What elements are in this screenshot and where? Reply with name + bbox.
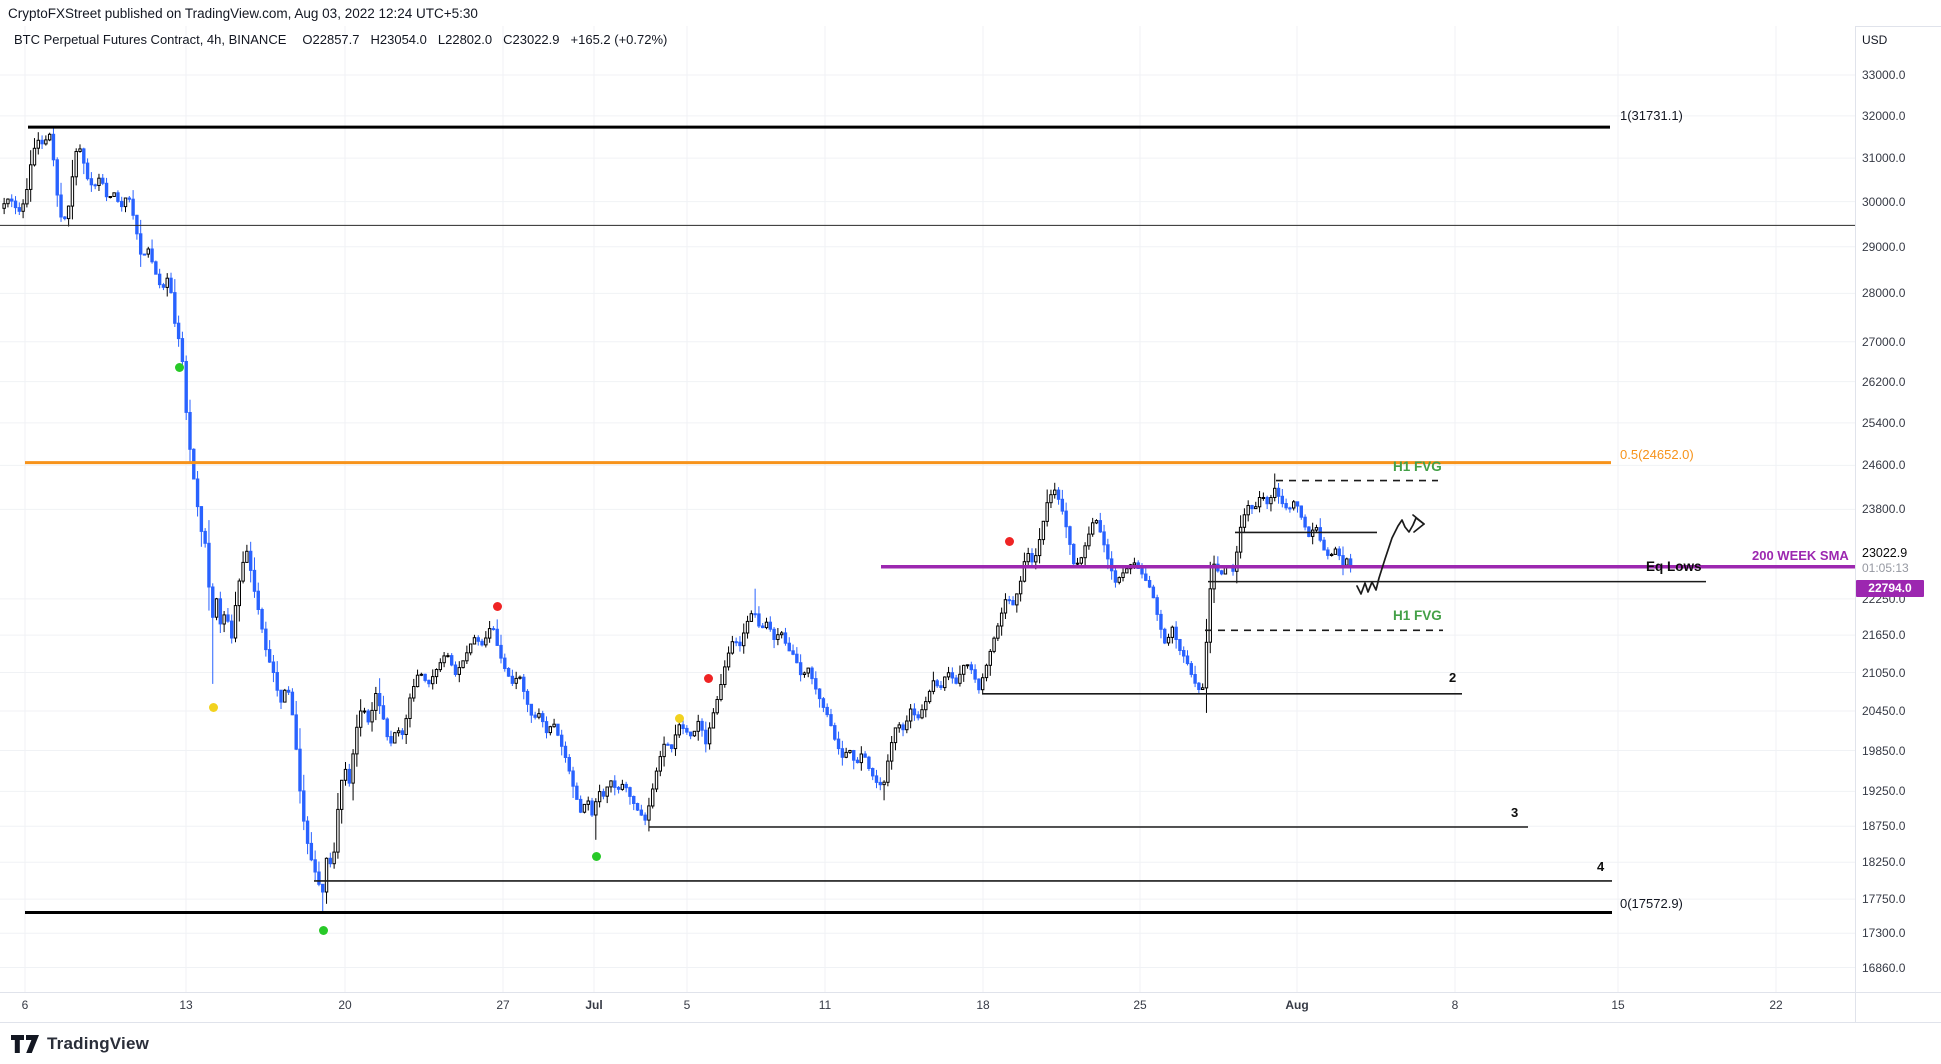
- price-tick: 16860.0: [1862, 961, 1905, 975]
- time-tick: 11: [819, 998, 831, 1012]
- ohlc-values: O22857.7 H23054.0 L22802.0 C23022.9 +165.2 (…: [302, 32, 678, 47]
- price-tick: 17300.0: [1862, 926, 1905, 940]
- wave-2-label: 2: [1449, 670, 1456, 685]
- yellow-dot: [209, 703, 218, 712]
- price-tick: 21050.0: [1862, 666, 1905, 680]
- price-tick: 17750.0: [1862, 892, 1905, 906]
- time-axis-divider: [0, 992, 1941, 993]
- bottom-divider: [0, 1022, 1941, 1023]
- price-tick: 18750.0: [1862, 819, 1905, 833]
- chart-legend[interactable]: BTC Perpetual Futures Contract, 4h, BINA…: [14, 32, 678, 47]
- red-dot: [493, 602, 502, 611]
- eq-lows-label: Eq Lows: [1646, 559, 1702, 574]
- fvg-bot-label: H1 FVG: [1393, 608, 1442, 623]
- footer-brand[interactable]: TradingView: [10, 1031, 149, 1057]
- time-tick: 15: [1611, 998, 1624, 1012]
- price-tick: 21650.0: [1862, 628, 1905, 642]
- ohlc-item: L22802.0: [438, 32, 492, 47]
- yellow-dot: [675, 714, 684, 723]
- time-tick: 13: [179, 998, 192, 1012]
- ohlc-item: H23054.0: [371, 32, 427, 47]
- tradingview-logo-icon: [10, 1034, 40, 1054]
- brand-name: TradingView: [47, 1034, 149, 1054]
- currency-label: USD: [1862, 33, 1887, 47]
- ohlc-item: O22857.7: [302, 32, 359, 47]
- candlestick-layer: [0, 26, 1855, 992]
- time-tick: 22: [1769, 998, 1782, 1012]
- price-tick: 31000.0: [1862, 151, 1905, 165]
- green-dot: [175, 363, 184, 372]
- time-tick: Jul: [585, 998, 602, 1012]
- price-axis-divider: [1855, 26, 1856, 1022]
- time-tick: 5: [684, 998, 691, 1012]
- last-price-label: 23022.9: [1862, 546, 1907, 560]
- wave-4-label: 4: [1597, 859, 1604, 874]
- price-tick: 20450.0: [1862, 704, 1905, 718]
- tradingview-chart-page: CryptoFXStreet published on TradingView.…: [0, 0, 1941, 1064]
- price-tick: 29000.0: [1862, 240, 1905, 254]
- candle-countdown: 01:05:13: [1862, 561, 1909, 575]
- price-tick: 24600.0: [1862, 458, 1905, 472]
- price-tick: 19850.0: [1862, 744, 1905, 758]
- time-tick: Aug: [1285, 998, 1308, 1012]
- price-tick: 28000.0: [1862, 286, 1905, 300]
- price-tick: 27000.0: [1862, 335, 1905, 349]
- price-tick: 33000.0: [1862, 68, 1905, 82]
- time-tick: 18: [976, 998, 989, 1012]
- price-tick: 23800.0: [1862, 502, 1905, 516]
- red-dot: [1005, 537, 1014, 546]
- price-tick: 25400.0: [1862, 416, 1905, 430]
- time-tick: 8: [1452, 998, 1459, 1012]
- time-tick: 27: [496, 998, 509, 1012]
- fib-0-label: 0(17572.9): [1620, 896, 1683, 911]
- time-tick: 20: [338, 998, 351, 1012]
- time-tick: 6: [22, 998, 29, 1012]
- price-tick: 19250.0: [1862, 784, 1905, 798]
- chart-pane[interactable]: BTC Perpetual Futures Contract, 4h, BINA…: [0, 26, 1855, 992]
- green-dot: [592, 852, 601, 861]
- price-tick: 26200.0: [1862, 375, 1905, 389]
- price-tick: 18250.0: [1862, 855, 1905, 869]
- price-tick: 30000.0: [1862, 195, 1905, 209]
- fib-1-label: 1(31731.1): [1620, 108, 1683, 123]
- time-tick: 25: [1133, 998, 1146, 1012]
- green-dot: [319, 926, 328, 935]
- price-tick: 32000.0: [1862, 109, 1905, 123]
- credit-bar: CryptoFXStreet published on TradingView.…: [8, 6, 478, 21]
- fvg-top-label: H1 FVG: [1393, 459, 1442, 474]
- ohlc-item: +165.2 (+0.72%): [571, 32, 668, 47]
- symbol-title[interactable]: BTC Perpetual Futures Contract, 4h, BINA…: [14, 32, 286, 47]
- sma-label: 200 WEEK SMA: [1752, 548, 1849, 563]
- sma-price-badge: 22794.0: [1856, 580, 1924, 597]
- ohlc-item: C23022.9: [503, 32, 559, 47]
- wave-3-label: 3: [1511, 805, 1518, 820]
- fib-05-label: 0.5(24652.0): [1620, 447, 1694, 462]
